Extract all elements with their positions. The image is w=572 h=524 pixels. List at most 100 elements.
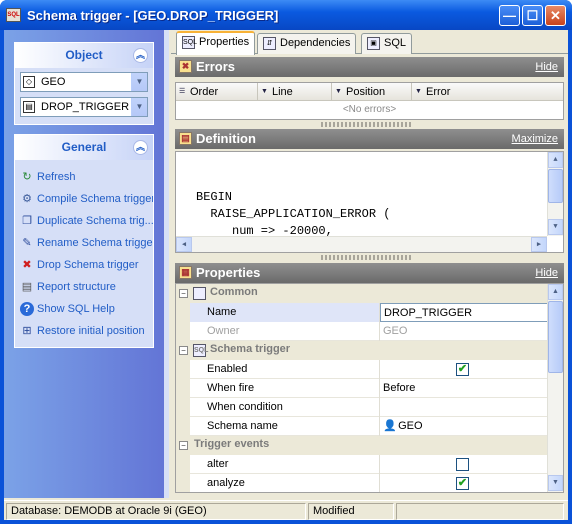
- category-trigger-events[interactable]: − Trigger events: [176, 436, 548, 455]
- definition-maximize-link[interactable]: Maximize: [512, 129, 558, 149]
- properties-tab-icon: SQL: [182, 36, 197, 49]
- title-bar[interactable]: SQL Schema trigger - [GEO.DROP_TRIGGER] …: [0, 0, 572, 30]
- db-object-icon[interactable]: SQL: [6, 8, 21, 22]
- duplicate-icon: ❐: [22, 215, 32, 227]
- object-panel-title: Object: [65, 48, 103, 62]
- category-schema-trigger[interactable]: − SQL Schema trigger: [176, 341, 548, 360]
- status-database: Database: DEMODB at Oracle 9i (GEO): [6, 503, 306, 520]
- scroll-down-icon[interactable]: ▼: [548, 475, 563, 491]
- report-icon: ▤: [21, 281, 33, 293]
- minimize-button[interactable]: —: [499, 5, 520, 26]
- property-row-schema-name[interactable]: Schema name 👤 GEO: [176, 417, 548, 436]
- scroll-left-icon[interactable]: ◀: [176, 237, 192, 252]
- alter-checkbox[interactable]: [456, 458, 469, 471]
- enabled-checkbox[interactable]: ✔: [456, 363, 469, 376]
- collapse-icon[interactable]: ︽: [133, 48, 148, 63]
- maximize-button[interactable]: ☐: [522, 5, 543, 26]
- category-common[interactable]: − Common: [176, 284, 548, 303]
- properties-grid: − Common Name DROP_TRIGGER Owner GEO − S…: [175, 283, 564, 493]
- client-area: Object ︽ ◇ GEO ▼ ▤ DROP_TRIGGER ▼ Genera…: [4, 30, 568, 520]
- collapse-icon[interactable]: ︽: [133, 140, 148, 155]
- properties-header: ▦ Properties Hide: [175, 263, 564, 283]
- column-line[interactable]: ▼ Line: [258, 83, 332, 101]
- analyze-checkbox[interactable]: ✔: [456, 477, 469, 490]
- scroll-up-icon[interactable]: ▲: [548, 152, 563, 168]
- property-row-enabled[interactable]: Enabled ✔: [176, 360, 548, 379]
- definition-hscroll[interactable]: ◀ ▶: [176, 236, 547, 252]
- task-list: ↻ Refresh ⚙ Compile Schema trigger ❐ Duplic…: [15, 160, 153, 342]
- when-fire-value[interactable]: Before: [380, 379, 548, 398]
- errors-header: ✖ Errors Hide: [175, 57, 564, 77]
- task-rename[interactable]: ✎ Rename Schema trigger: [19, 232, 153, 254]
- scroll-thumb[interactable]: [548, 301, 563, 373]
- collapse-icon[interactable]: −: [179, 346, 188, 355]
- filter-icon[interactable]: ▼: [335, 88, 343, 96]
- scroll-up-icon[interactable]: ▲: [548, 284, 563, 300]
- scroll-thumb[interactable]: [548, 169, 563, 203]
- errors-icon: ✖: [179, 60, 192, 73]
- tab-sql[interactable]: ▣ SQL: [361, 33, 413, 54]
- property-row-when-condition[interactable]: When condition: [176, 398, 548, 417]
- tab-dependencies[interactable]: ⇵ Dependencies: [257, 33, 357, 54]
- definition-title: Definition: [196, 131, 256, 146]
- errors-hide-link[interactable]: Hide: [535, 57, 558, 77]
- collapse-icon[interactable]: −: [179, 289, 188, 298]
- property-row-name[interactable]: Name DROP_TRIGGER: [176, 303, 548, 322]
- compile-icon: ⚙: [22, 193, 32, 205]
- collapse-icon[interactable]: −: [179, 441, 188, 450]
- general-panel-header[interactable]: General ︽: [15, 135, 153, 160]
- drop-icon: ✖: [22, 259, 32, 271]
- filter-icon[interactable]: ▼: [415, 88, 423, 96]
- status-modified: Modified: [308, 503, 394, 520]
- common-category-icon: [193, 287, 206, 300]
- column-position[interactable]: ▼ Position: [332, 83, 412, 101]
- task-report[interactable]: ▤ Report structure: [19, 276, 153, 298]
- property-row-owner[interactable]: Owner GEO: [176, 322, 548, 341]
- task-restore-position[interactable]: ⊞ Restore initial position: [19, 320, 153, 342]
- scroll-right-icon[interactable]: ▶: [531, 237, 547, 252]
- properties-hide-link[interactable]: Hide: [535, 263, 558, 283]
- task-refresh[interactable]: ↻ Refresh: [19, 166, 153, 188]
- sidebar-splitter[interactable]: [164, 30, 169, 498]
- properties-vscroll[interactable]: ▲ ▼: [547, 284, 563, 492]
- schema-value: GEO: [41, 76, 66, 88]
- grid-menu-icon[interactable]: ☰: [179, 88, 187, 96]
- status-bar: Database: DEMODB at Oracle 9i (GEO) Modi…: [4, 500, 568, 520]
- task-duplicate[interactable]: ❐ Duplicate Schema trig...: [19, 210, 153, 232]
- property-row-alter[interactable]: alter: [176, 455, 548, 474]
- tab-properties[interactable]: SQL Properties: [176, 31, 256, 55]
- dependencies-tab-icon: ⇵: [263, 37, 276, 50]
- task-drop[interactable]: ✖ Drop Schema trigger: [19, 254, 153, 276]
- property-row-when-fire[interactable]: When fire Before: [176, 379, 548, 398]
- close-button[interactable]: ✕: [545, 5, 566, 26]
- object-select[interactable]: ▤ DROP_TRIGGER ▼: [20, 97, 148, 117]
- scroll-down-icon[interactable]: ▼: [548, 219, 563, 235]
- sql-tab-icon: ▣: [367, 37, 380, 50]
- definition-header: ▤ Definition Maximize: [175, 129, 564, 149]
- when-condition-value[interactable]: [380, 398, 548, 417]
- chevron-down-icon[interactable]: ▼: [131, 73, 147, 91]
- task-compile[interactable]: ⚙ Compile Schema trigger: [19, 188, 153, 210]
- name-field[interactable]: DROP_TRIGGER: [380, 303, 548, 322]
- general-panel: General ︽ ↻ Refresh ⚙ Compile Schema trigg…: [14, 134, 154, 348]
- object-panel-header[interactable]: Object ︽: [15, 43, 153, 68]
- column-error[interactable]: ▼ Error: [412, 83, 563, 101]
- task-sql-help[interactable]: ? Show SQL Help: [19, 298, 153, 320]
- definition-editor[interactable]: BEGIN RAISE_APPLICATION_ERROR ( num => -…: [175, 151, 564, 253]
- definition-icon: ▤: [179, 132, 192, 145]
- rename-icon: ✎: [22, 237, 32, 249]
- column-order[interactable]: ☰ Order: [176, 83, 258, 101]
- property-row-analyze[interactable]: analyze ✔: [176, 474, 548, 492]
- schema-select[interactable]: ◇ GEO ▼: [20, 72, 148, 92]
- general-panel-title: General: [61, 140, 107, 154]
- errors-title: Errors: [196, 59, 236, 74]
- errors-resize-grip[interactable]: [321, 122, 413, 127]
- properties-title: Properties: [196, 265, 261, 280]
- filter-icon[interactable]: ▼: [261, 88, 269, 96]
- trigger-category-icon: SQL: [193, 344, 208, 357]
- trigger-icon: ▤: [23, 101, 35, 113]
- definition-resize-grip[interactable]: [321, 255, 413, 260]
- window-title: Schema trigger - [GEO.DROP_TRIGGER]: [27, 8, 279, 23]
- definition-vscroll[interactable]: ▲ ▼: [547, 152, 563, 236]
- chevron-down-icon[interactable]: ▼: [131, 98, 147, 116]
